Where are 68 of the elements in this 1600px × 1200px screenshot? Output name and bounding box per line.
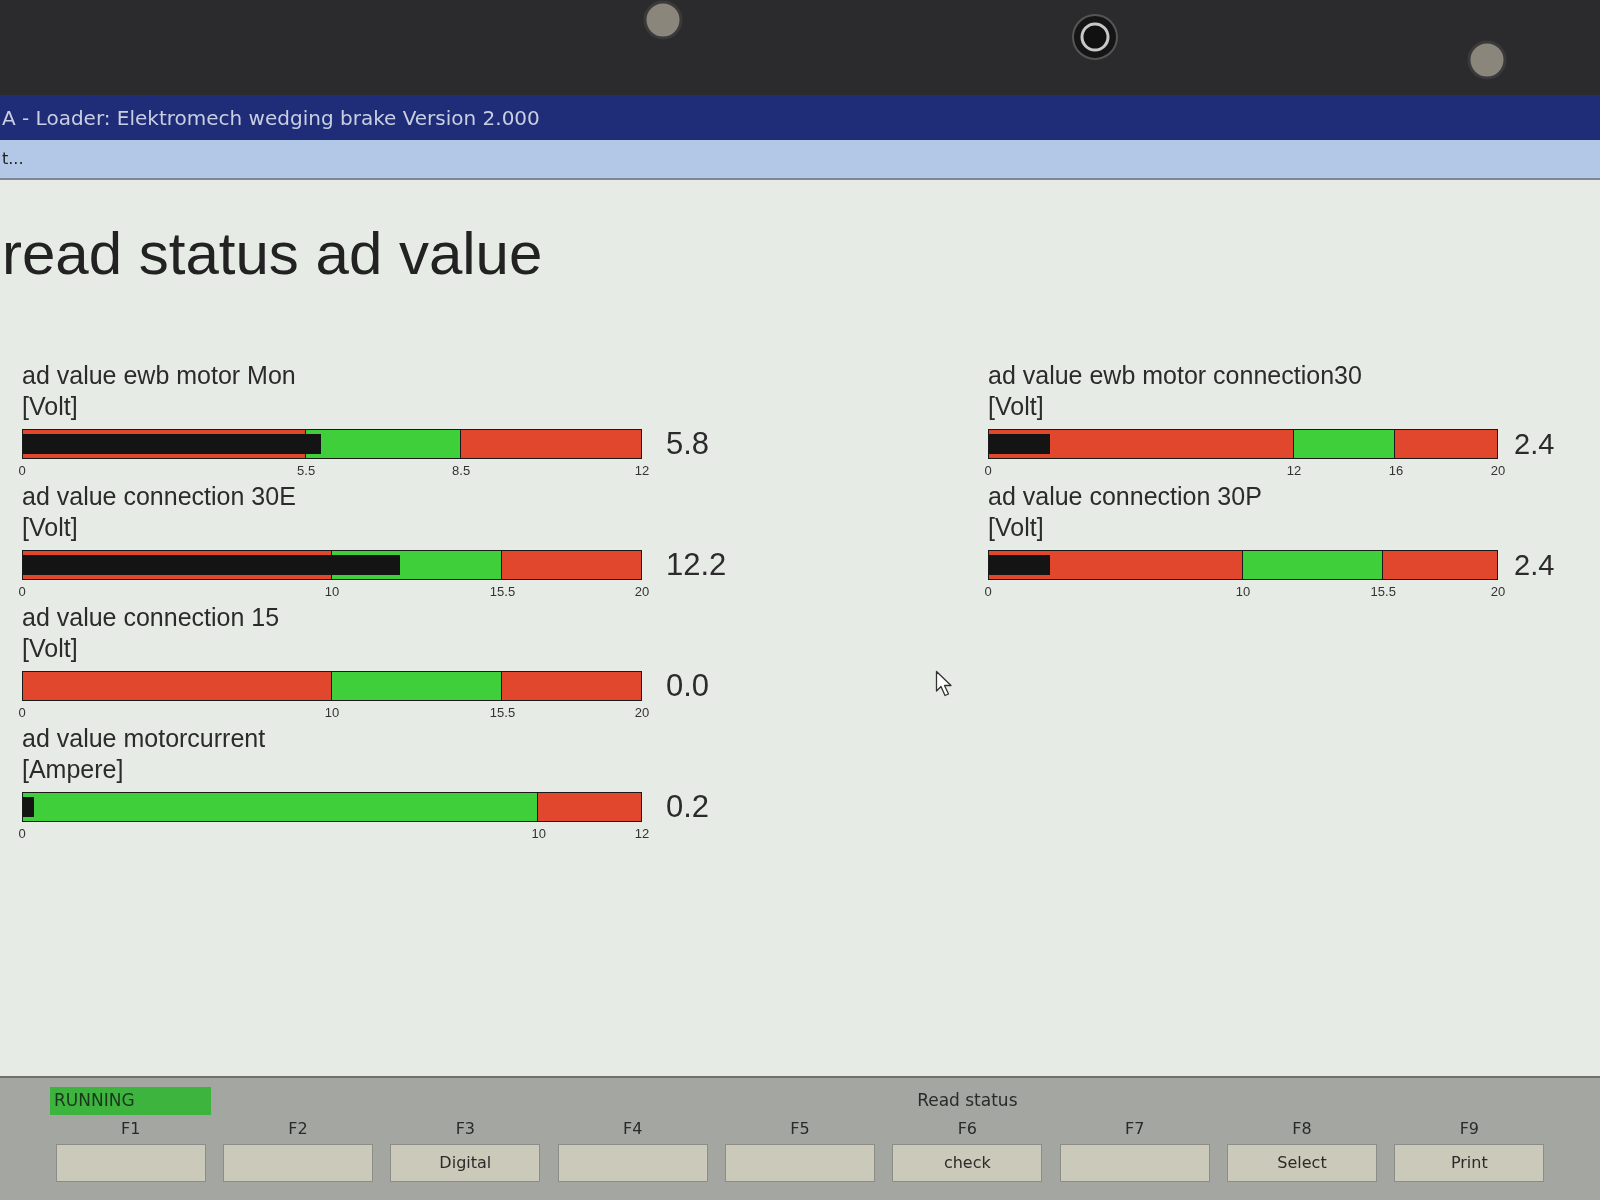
unit-label: [Volt] <box>22 391 78 422</box>
scale-label: 10 <box>531 826 546 842</box>
scale-label: 0 <box>18 584 26 600</box>
function-key-button[interactable] <box>223 1144 373 1182</box>
page-heading: read status ad value <box>2 219 543 289</box>
function-key-button[interactable] <box>1059 1144 1210 1182</box>
scale-label: 16 <box>1388 463 1404 479</box>
function-key-button[interactable] <box>725 1144 875 1182</box>
key-label: F4 <box>622 1118 643 1140</box>
key-label: F3 <box>455 1118 475 1140</box>
key-label: F8 <box>1292 1118 1312 1140</box>
function-key-button[interactable]: Select <box>1227 1144 1377 1182</box>
unit-label: [Volt] <box>22 633 78 664</box>
scale-label: 0 <box>18 463 26 479</box>
gauge-label: ad value ewb motor Mon <box>22 360 296 391</box>
key-label: F9 <box>1459 1118 1479 1140</box>
scale-label: 20 <box>1490 463 1506 479</box>
gauge-reading: 0.2 <box>666 790 710 824</box>
knob-icon <box>1467 40 1507 80</box>
scale-label: 0 <box>18 826 26 842</box>
function-key-button[interactable] <box>557 1144 708 1182</box>
gauge-label: ad value connection 15 <box>22 602 280 633</box>
unit-label: [Ampere] <box>22 754 124 785</box>
scale-label: 10 <box>1235 584 1251 600</box>
scale-label: 15.5 <box>1370 584 1396 600</box>
menu-text: t... <box>2 148 24 170</box>
gauge-reading: 2.4 <box>1514 548 1555 582</box>
function-key-button[interactable] <box>55 1144 206 1182</box>
status-indicator: RUNNING <box>50 1087 212 1115</box>
unit-label: [Volt] <box>988 391 1044 422</box>
scale-label: 20 <box>1490 584 1506 600</box>
gauge-reading: 2.4 <box>1514 427 1555 461</box>
scale-label: 5.5 <box>297 463 316 479</box>
knob-icon <box>643 0 683 40</box>
function-key-button[interactable]: Digital <box>390 1144 541 1182</box>
scale-label: 20 <box>634 705 650 721</box>
mouse-pointer-icon <box>935 670 953 697</box>
scale-label: 0 <box>984 463 992 479</box>
gauge-label: ad value motorcurrent <box>22 723 266 754</box>
gauge-label: ad value connection 30E <box>22 481 296 512</box>
scale-label: 20 <box>634 584 650 600</box>
key-label: F1 <box>120 1118 141 1140</box>
scale-label: 10 <box>324 584 340 600</box>
gauge-reading: 12.2 <box>666 548 727 582</box>
unit-label: [Volt] <box>988 512 1044 543</box>
key-label: F5 <box>790 1118 810 1140</box>
gauge-label: ad value ewb motor connection30 <box>988 360 1362 391</box>
scale-label: 12 <box>634 463 650 479</box>
function-key-button[interactable]: check <box>892 1144 1043 1182</box>
webcam-icon <box>1072 14 1118 60</box>
gauge-reading: 5.8 <box>666 427 710 461</box>
scale-label: 15.5 <box>489 705 516 721</box>
scale-label: 12 <box>634 826 650 842</box>
scale-label: 15.5 <box>489 584 516 600</box>
scale-label: 0 <box>18 705 26 721</box>
unit-label: [Volt] <box>22 512 78 543</box>
scale-label: 0 <box>984 584 992 600</box>
function-key-button[interactable]: Print <box>1394 1144 1545 1182</box>
key-label: F7 <box>1124 1118 1145 1140</box>
gauge-label: ad value connection 30P <box>988 481 1262 512</box>
scale-label: 10 <box>324 705 340 721</box>
scale-label: 8.5 <box>452 463 471 479</box>
scale-label: 12 <box>1286 463 1302 479</box>
gauge-reading: 0.0 <box>666 669 710 703</box>
window-title: A - Loader: Elektromech wedging brake Version 2.000 <box>2 104 540 132</box>
key-label: F2 <box>288 1118 308 1140</box>
key-label: F6 <box>957 1118 977 1140</box>
key-caption: Read status <box>917 1089 1018 1113</box>
